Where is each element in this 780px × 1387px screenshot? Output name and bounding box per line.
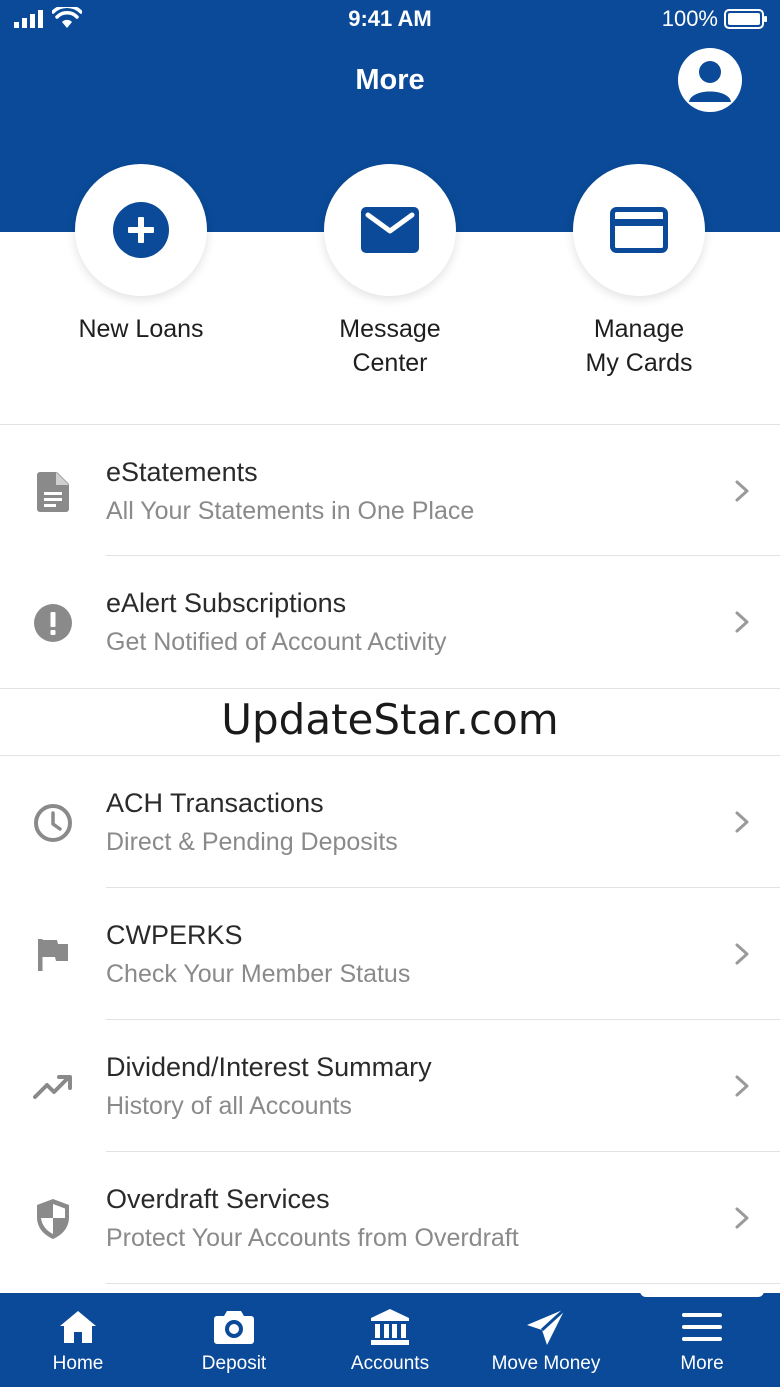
alert-icon <box>30 600 76 646</box>
tab-label: Accounts <box>350 1353 430 1374</box>
menu-item-subtitle: Check Your Member Status <box>106 960 411 988</box>
menu-item-ach-transactions[interactable]: ACH Transactions Direct & Pending Deposi… <box>0 756 780 888</box>
trending-up-icon <box>30 1064 76 1110</box>
menu-item-title: eAlert Subscriptions <box>106 588 347 618</box>
menu-item-title: Dividend/Interest Summary <box>106 1052 432 1082</box>
tab-label: Deposit <box>201 1353 267 1374</box>
message-center-button[interactable] <box>324 164 456 296</box>
label-line-2: Center <box>352 349 428 377</box>
tab-more[interactable]: More <box>624 1293 780 1387</box>
label-line-2: My Cards <box>585 349 693 377</box>
chevron-right-icon <box>735 1075 749 1097</box>
chevron-right-icon <box>735 1207 749 1229</box>
chevron-right-icon <box>735 611 749 633</box>
battery-icon <box>724 9 767 29</box>
menu-item-subtitle: History of all Accounts <box>106 1092 352 1120</box>
tab-accounts[interactable]: Accounts <box>312 1293 468 1387</box>
label-line-1: New Loans <box>78 315 204 343</box>
chevron-right-icon <box>735 811 749 833</box>
tab-label: More <box>680 1353 724 1374</box>
send-icon <box>526 1307 566 1347</box>
menu-item-title: eStatements <box>106 457 258 487</box>
flag-icon <box>30 932 76 978</box>
menu-item-ealert-subscriptions[interactable]: eAlert Subscriptions Get Notified of Acc… <box>0 556 780 688</box>
home-icon <box>58 1307 98 1347</box>
shield-icon <box>30 1196 76 1242</box>
menu-item-dividend-interest-summary[interactable]: Dividend/Interest Summary History of all… <box>0 1020 780 1152</box>
camera-icon <box>214 1307 254 1347</box>
menu-icon <box>682 1307 722 1347</box>
manage-cards-label: Manage My Cards <box>529 312 749 380</box>
clock-icon <box>30 800 76 846</box>
menu-item-subtitle: Protect Your Accounts from Overdraft <box>106 1224 519 1252</box>
manage-cards-button[interactable] <box>573 164 705 296</box>
envelope-icon <box>361 207 419 253</box>
divider <box>106 1283 780 1284</box>
tab-home[interactable]: Home <box>0 1293 156 1387</box>
watermark-band: UpdateStar.com <box>0 688 780 756</box>
menu-item-cwperks[interactable]: CWPERKS Check Your Member Status <box>0 888 780 1020</box>
menu-item-estatements[interactable]: eStatements All Your Statements in One P… <box>0 424 780 556</box>
credit-card-icon <box>610 207 668 253</box>
profile-button[interactable] <box>678 48 742 112</box>
menu-item-subtitle: Get Notified of Account Activity <box>106 628 447 656</box>
tab-bar: Home Deposit Accounts Move Money More <box>0 1287 780 1387</box>
quick-action-manage-cards[interactable]: Manage My Cards <box>549 164 729 404</box>
profile-icon <box>689 61 731 102</box>
new-loans-button[interactable] <box>75 164 207 296</box>
tab-deposit[interactable]: Deposit <box>156 1293 312 1387</box>
bank-icon <box>370 1307 410 1347</box>
menu-item-subtitle: Direct & Pending Deposits <box>106 828 398 856</box>
tab-label: Move Money <box>491 1353 601 1374</box>
quick-action-message-center[interactable]: Message Center <box>300 164 480 404</box>
menu-item-title: CWPERKS <box>106 920 243 950</box>
page-title: More <box>355 64 425 96</box>
tab-move-money[interactable]: Move Money <box>468 1293 624 1387</box>
menu-item-title: Overdraft Services <box>106 1184 330 1214</box>
message-center-label: Message Center <box>280 312 500 380</box>
battery-percent: 100% <box>661 6 718 31</box>
menu-item-overdraft-services[interactable]: Overdraft Services Protect Your Accounts… <box>0 1152 780 1284</box>
watermark: UpdateStar.com <box>221 695 559 744</box>
more-menu-list: eStatements All Your Statements in One P… <box>0 424 780 1284</box>
plus-circle-icon <box>113 202 169 258</box>
label-line-1: Message <box>339 315 441 343</box>
chevron-right-icon <box>735 943 749 965</box>
menu-item-subtitle: All Your Statements in One Place <box>106 497 475 525</box>
quick-action-new-loans[interactable]: New Loans <box>51 164 231 404</box>
label-line-1: Manage <box>593 315 685 343</box>
chevron-right-icon <box>735 480 749 502</box>
menu-item-title: ACH Transactions <box>106 788 324 818</box>
new-loans-label: New Loans <box>31 312 251 346</box>
status-bar: 9:41 AM 100% <box>0 0 780 40</box>
tab-label: Home <box>52 1353 104 1374</box>
document-icon <box>30 469 76 515</box>
